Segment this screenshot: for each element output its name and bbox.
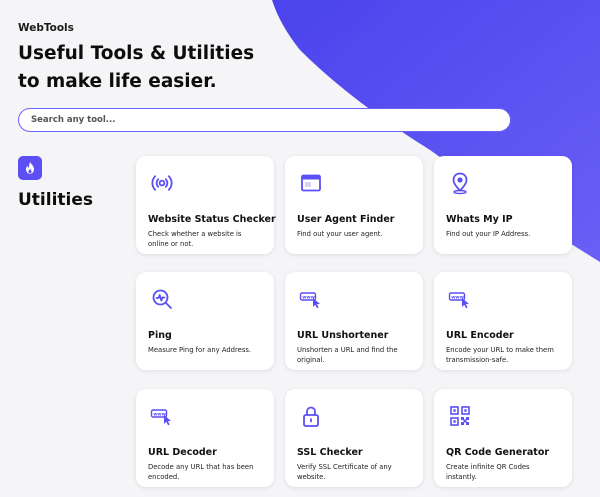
tool-description: Decode any URL that has been encoded. — [148, 463, 254, 481]
tool-card-user-agent-finder[interactable]: User Agent Finder Find out your user age… — [285, 156, 423, 254]
tool-title: Website Status Checker — [148, 214, 276, 225]
tool-title: URL Decoder — [148, 447, 217, 458]
tool-title: Ping — [148, 330, 172, 341]
tool-title: Whats My IP — [446, 214, 513, 225]
location-pin-icon — [452, 172, 468, 195]
tool-title: URL Unshortener — [297, 330, 389, 341]
tool-title: URL Encoder — [446, 330, 514, 341]
broadcast-icon — [151, 175, 173, 191]
tool-card-url-unshortener[interactable]: www URL Unshortener Unshorten a URL and … — [285, 272, 423, 370]
tool-card-ssl-checker[interactable]: SSL Checker Verify SSL Certificate of an… — [285, 389, 423, 487]
tool-description: Check whether a website is online or not… — [148, 230, 242, 248]
tool-description: Encode your URL to make them transmissio… — [446, 346, 554, 364]
tool-description: Measure Ping for any Address. — [148, 346, 252, 354]
brand-name[interactable]: WebTools — [18, 22, 74, 34]
headline-line-2: to make life easier. — [18, 71, 217, 92]
headline-line-1: Useful Tools & Utilities — [18, 43, 255, 64]
qr-code-icon — [450, 406, 470, 426]
tool-card-ping[interactable]: Ping Measure Ping for any Address. — [136, 272, 274, 370]
search-input[interactable] — [31, 115, 510, 125]
tool-title: QR Code Generator — [446, 447, 550, 458]
tool-card-url-decoder[interactable]: www URL Decoder Decode any URL that has … — [136, 389, 274, 487]
url-cursor-icon: www — [150, 409, 171, 426]
ping-magnifier-icon — [152, 289, 172, 309]
url-cursor-icon: www — [448, 292, 469, 309]
search-bar[interactable] — [18, 108, 511, 132]
tool-card-url-encoder[interactable]: www URL Encoder Encode your URL to make … — [434, 272, 572, 370]
url-cursor-icon: www — [299, 292, 320, 309]
flame-icon — [18, 156, 42, 180]
browser-window-icon — [301, 174, 321, 192]
category-title: Utilities — [18, 190, 94, 210]
tool-card-website-status-checker[interactable]: Website Status Checker Check whether a w… — [136, 156, 276, 254]
tool-description: Find out your user agent. — [297, 230, 383, 238]
tool-card-whats-my-ip[interactable]: Whats My IP Find out your IP Address. — [434, 156, 572, 254]
tool-description: Verify SSL Certificate of any website. — [297, 463, 392, 481]
tool-description: Unshorten a URL and find the original. — [297, 346, 398, 364]
tool-card-qr-code-generator[interactable]: QR Code Generator Create infinite QR Cod… — [434, 389, 572, 487]
tool-title: SSL Checker — [297, 447, 363, 458]
tool-title: User Agent Finder — [297, 214, 395, 225]
tool-description: Find out your IP Address. — [446, 230, 531, 238]
tool-description: Create infinite QR Codes instantly. — [446, 463, 530, 481]
padlock-icon — [303, 406, 319, 427]
page-headline: Useful Tools & Utilities to make life ea… — [18, 40, 318, 96]
